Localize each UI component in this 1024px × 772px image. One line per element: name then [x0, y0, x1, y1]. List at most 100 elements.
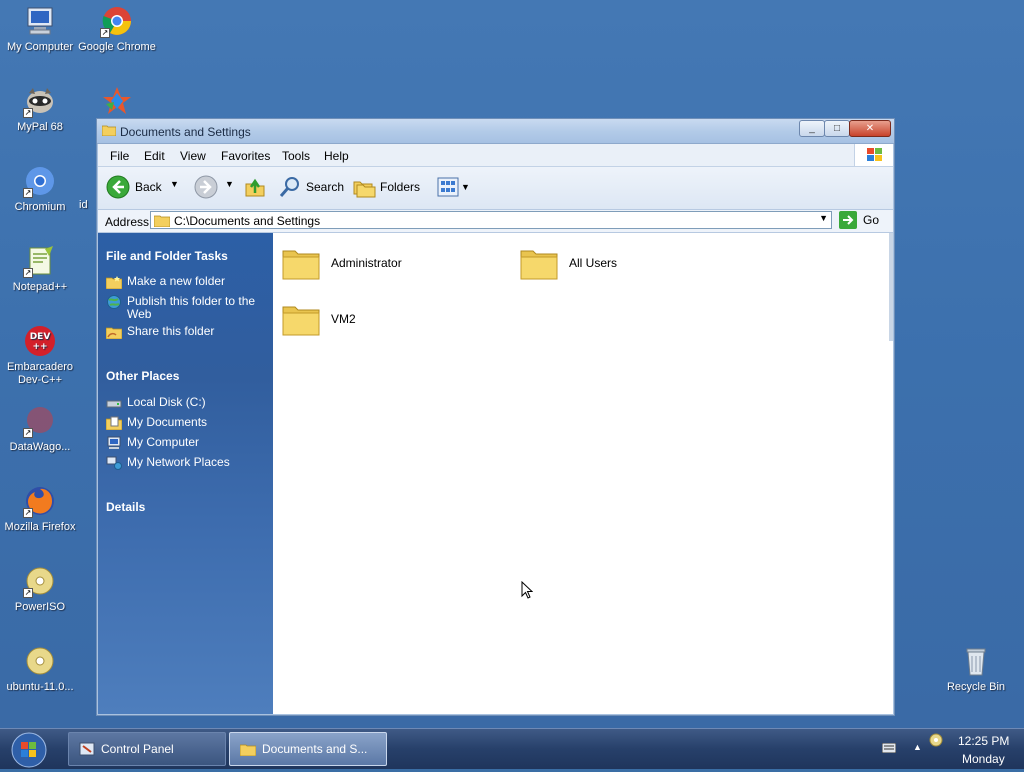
- start-button[interactable]: [6, 731, 52, 769]
- forward-dropdown-chevron-icon[interactable]: ▼: [225, 179, 234, 189]
- new-folder-icon: [106, 276, 122, 289]
- keyboard-icon[interactable]: [882, 743, 896, 753]
- clock-time[interactable]: 12:25 PM: [958, 734, 1009, 748]
- menu-favorites[interactable]: Favorites: [221, 149, 270, 163]
- shortcut-arrow-icon: ↗: [23, 268, 33, 278]
- desktop-icon-notepadpp[interactable]: ↗ Notepad++: [0, 244, 80, 294]
- menu-tools[interactable]: Tools: [282, 149, 310, 163]
- folder-name: Administrator: [331, 256, 402, 270]
- windows-logo-icon: [854, 144, 893, 166]
- desktop-icon-label: My Computer: [6, 41, 74, 53]
- maximize-button[interactable]: □: [824, 120, 850, 137]
- desktop-icon-label: Embarcadero Dev-C++: [6, 361, 74, 386]
- title-bar[interactable]: Documents and Settings _ □ ✕: [97, 119, 894, 144]
- folder-item[interactable]: VM2: [281, 299, 356, 339]
- mypal-icon: ↗: [23, 84, 57, 118]
- task-publish-to-web[interactable]: Publish this folder to the Web: [106, 295, 262, 321]
- file-folder-tasks-heading[interactable]: File and Folder Tasks: [106, 249, 228, 263]
- desktop-icon-poweriso[interactable]: ↗ PowerISO: [0, 564, 80, 614]
- desktop-icon-app[interactable]: [77, 84, 157, 121]
- folder-icon: [240, 744, 256, 756]
- desktop-icon-devcpp[interactable]: DEV ++ Embarcadero Dev-C++: [0, 324, 80, 387]
- disc-icon: [23, 644, 57, 678]
- shortcut-arrow-icon: ↗: [100, 28, 110, 38]
- system-tray: ▲ 12:25 PM Monday: [876, 729, 1024, 769]
- place-local-disk[interactable]: Local Disk (C:): [106, 396, 262, 410]
- folders-button[interactable]: Folders: [352, 175, 420, 199]
- details-heading[interactable]: Details: [106, 500, 145, 514]
- task-make-new-folder[interactable]: Make a new folder: [106, 275, 262, 289]
- folder-name: VM2: [331, 312, 356, 326]
- scrollbar[interactable]: [889, 233, 893, 341]
- back-dropdown-chevron-icon[interactable]: ▼: [170, 179, 179, 189]
- place-my-computer[interactable]: My Computer: [106, 436, 262, 450]
- recycle-bin-icon: [959, 644, 993, 678]
- views-button[interactable]: ▼: [436, 175, 470, 199]
- place-my-network-places[interactable]: My Network Places: [106, 456, 262, 470]
- desktop-icon-mypal[interactable]: ↗ MyPal 68: [0, 84, 80, 134]
- desktop-icon-google-chrome[interactable]: ↗ Google Chrome: [77, 4, 157, 54]
- up-folder-icon: [245, 178, 265, 197]
- datawagon-icon: ↗: [23, 404, 57, 438]
- other-places-heading[interactable]: Other Places: [106, 369, 179, 383]
- show-hidden-icons-chevron-icon[interactable]: ▲: [913, 742, 922, 752]
- address-input[interactable]: C:\Documents and Settings ▼: [150, 211, 832, 229]
- desktop-icon-my-computer[interactable]: My Computer: [0, 4, 80, 54]
- shortcut-arrow-icon: ↗: [23, 588, 33, 598]
- desktop-icon-ubuntu-iso[interactable]: ubuntu-11.0...: [0, 644, 80, 694]
- task-pane: File and Folder Tasks Make a new folder …: [98, 233, 273, 714]
- search-label: Search: [306, 180, 345, 194]
- shortcut-arrow-icon: ↗: [23, 508, 33, 518]
- search-button[interactable]: Search: [278, 175, 344, 199]
- views-chevron-icon: ▼: [461, 182, 470, 192]
- minimize-button[interactable]: _: [799, 120, 825, 137]
- go-button[interactable]: Go: [839, 211, 879, 229]
- place-my-documents[interactable]: My Documents: [106, 416, 262, 430]
- desktop-icon-label: Chromium: [14, 201, 66, 213]
- back-button[interactable]: Back: [106, 175, 162, 199]
- shortcut-arrow-icon: ↗: [23, 108, 33, 118]
- chromium-icon: ↗: [23, 164, 57, 198]
- desktop-icon-recycle-bin[interactable]: Recycle Bin: [936, 644, 1016, 694]
- desktop-icon-label: DataWago...: [9, 441, 71, 453]
- taskbar-button-control-panel[interactable]: Control Panel: [68, 732, 226, 766]
- menu-edit[interactable]: Edit: [144, 149, 165, 163]
- folder-item[interactable]: All Users: [519, 243, 617, 283]
- forward-button[interactable]: [194, 175, 218, 202]
- up-folder-button[interactable]: [243, 175, 267, 202]
- back-arrow-icon: [106, 175, 130, 199]
- folder-item[interactable]: Administrator: [281, 243, 402, 283]
- folder-content: Administrator All Users VM2: [273, 233, 889, 714]
- window-title: Documents and Settings: [120, 125, 251, 139]
- svg-text:++: ++: [32, 342, 47, 352]
- go-label: Go: [863, 213, 880, 227]
- desktop-icon-label: Google Chrome: [78, 41, 156, 53]
- go-arrow-icon: [839, 211, 857, 229]
- desktop-icon-label: MyPal 68: [17, 121, 63, 133]
- desktop-icon-firefox[interactable]: ↗ Mozilla Firefox: [0, 484, 80, 534]
- svg-text:DEV: DEV: [30, 332, 51, 342]
- folder-icon: [102, 125, 116, 136]
- address-label: Address: [105, 215, 150, 229]
- menu-help[interactable]: Help: [324, 149, 349, 163]
- network-places-icon: [106, 456, 122, 470]
- clock-day[interactable]: Monday: [962, 752, 1005, 766]
- folder-icon: [282, 250, 320, 280]
- folder-icon: [154, 215, 170, 227]
- firefox-icon: ↗: [23, 484, 57, 518]
- task-share-folder[interactable]: Share this folder: [106, 325, 262, 339]
- explorer-window: Documents and Settings _ □ ✕ File Edit V…: [96, 118, 895, 716]
- folder-icon: [282, 306, 320, 336]
- desktop-icon-chromium[interactable]: ↗ Chromium: [0, 164, 80, 214]
- chrome-icon: ↗: [100, 4, 134, 38]
- devcpp-icon: DEV ++: [23, 324, 57, 358]
- taskbar-button-documents-and-settings[interactable]: Documents and S...: [229, 732, 387, 766]
- desktop-icon-label: PowerISO: [14, 601, 66, 613]
- desktop-icon-datawagon[interactable]: ↗ DataWago...: [0, 404, 80, 454]
- app-icon: [100, 84, 134, 118]
- close-button[interactable]: ✕: [849, 120, 891, 137]
- address-dropdown-chevron-icon[interactable]: ▼: [819, 213, 828, 223]
- menu-file[interactable]: File: [110, 149, 129, 163]
- menu-view[interactable]: View: [180, 149, 206, 163]
- disc-tray-icon[interactable]: [929, 733, 943, 747]
